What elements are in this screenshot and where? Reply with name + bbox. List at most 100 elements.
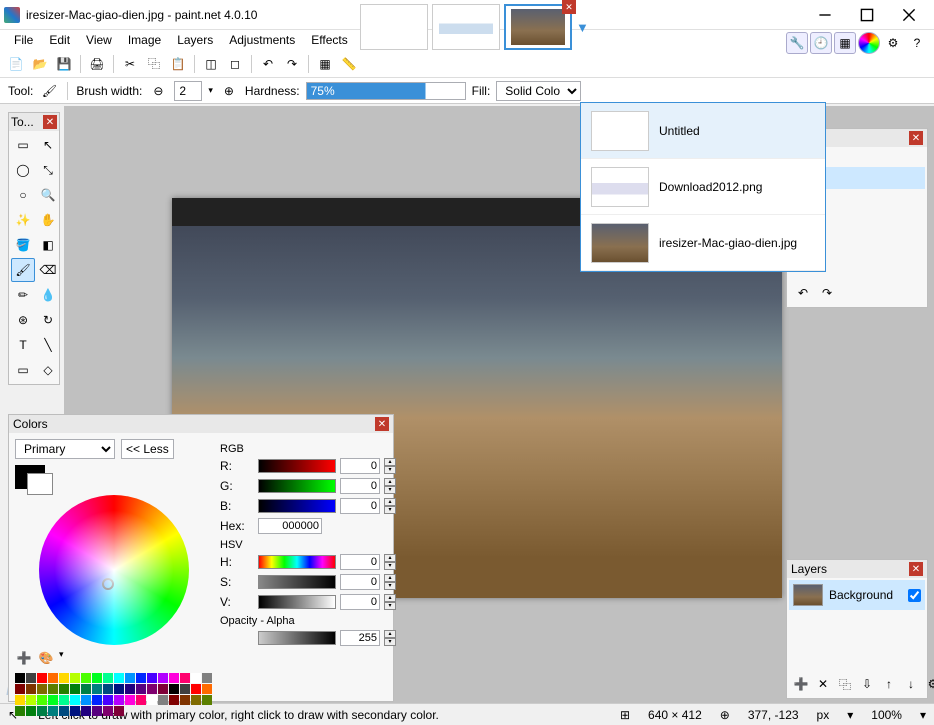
layer-delete-icon[interactable]: ✕ (813, 674, 833, 694)
h-input[interactable] (340, 554, 380, 570)
palette-cell[interactable] (180, 695, 190, 705)
util-tools-icon[interactable]: 🔧 (786, 32, 808, 54)
palette-cell[interactable] (169, 695, 179, 705)
palette-cell[interactable] (114, 695, 124, 705)
palette-cell[interactable] (191, 684, 201, 694)
recolor-tool[interactable]: ↻ (36, 308, 60, 332)
layer-duplicate-icon[interactable]: ⿻ (835, 674, 855, 694)
palette-cell[interactable] (37, 695, 47, 705)
menu-file[interactable]: File (6, 31, 41, 49)
cut-icon[interactable]: ✂ (120, 54, 140, 74)
util-help-icon[interactable]: ? (906, 32, 928, 54)
palette-cell[interactable] (15, 684, 25, 694)
palette-cell[interactable] (26, 673, 36, 683)
palette-cell[interactable] (136, 684, 146, 694)
open-icon[interactable]: 📂 (30, 54, 50, 74)
text-tool[interactable]: T (11, 333, 35, 357)
palette-cell[interactable] (26, 695, 36, 705)
brush-width-input[interactable] (174, 81, 202, 101)
opacity-input[interactable] (340, 630, 380, 646)
palette-cell[interactable] (191, 673, 201, 683)
hardness-slider[interactable]: 75% (306, 82, 466, 100)
palette-cell[interactable] (125, 684, 135, 694)
palette-cell[interactable] (15, 706, 25, 716)
layer-visible-checkbox[interactable] (908, 589, 921, 602)
pencil-tool[interactable]: ✏ (11, 283, 35, 307)
palette-cell[interactable] (15, 673, 25, 683)
thumb-close-icon[interactable]: ✕ (562, 0, 576, 14)
palette-cell[interactable] (37, 684, 47, 694)
s-spinner[interactable]: ▴▾ (384, 574, 396, 590)
shapes-tool[interactable]: ◇ (36, 358, 60, 382)
image-list-item-iresizer[interactable]: iresizer-Mac-giao-dien.jpg (581, 215, 825, 271)
layer-down-icon[interactable]: ↓ (901, 674, 921, 694)
thumb-dropdown-icon[interactable]: ▼ (576, 16, 590, 38)
colors-close-icon[interactable]: ✕ (375, 417, 389, 431)
palette-cell[interactable] (103, 673, 113, 683)
palette-cell[interactable] (169, 673, 179, 683)
palette-cell[interactable] (136, 673, 146, 683)
magic-wand-tool[interactable]: ✨ (11, 208, 35, 232)
palette-cell[interactable] (103, 695, 113, 705)
paintbrush-tool[interactable]: 🖌 (11, 258, 35, 282)
palette-cell[interactable] (92, 706, 102, 716)
palette-cell[interactable] (114, 706, 124, 716)
thumb-untitled[interactable] (360, 4, 428, 50)
palette-cell[interactable] (92, 695, 102, 705)
palette-cell[interactable] (158, 673, 168, 683)
lasso-tool[interactable]: ◯ (11, 158, 35, 182)
h-slider[interactable] (258, 555, 336, 569)
s-slider[interactable] (258, 575, 336, 589)
menu-view[interactable]: View (78, 31, 120, 49)
history-redo-icon[interactable]: ↷ (817, 283, 837, 303)
undo-icon[interactable]: ↶ (258, 54, 278, 74)
v-input[interactable] (340, 594, 380, 610)
ellipse-select-tool[interactable]: ○ (11, 183, 35, 207)
fill-select[interactable]: Solid Colo (496, 81, 581, 101)
palette-cell[interactable] (26, 684, 36, 694)
zoom-tool[interactable]: 🔍 (36, 183, 60, 207)
move-tool[interactable]: ↖ (36, 133, 60, 157)
menu-image[interactable]: Image (120, 31, 169, 49)
g-input[interactable] (340, 478, 380, 494)
palette-cell[interactable] (59, 684, 69, 694)
layer-add-icon[interactable]: ➕ (791, 674, 811, 694)
palette-cell[interactable] (48, 673, 58, 683)
b-spinner[interactable]: ▴▾ (384, 498, 396, 514)
layers-close-icon[interactable]: ✕ (909, 562, 923, 576)
palette-cell[interactable] (103, 706, 113, 716)
s-input[interactable] (340, 574, 380, 590)
color-palette[interactable] (15, 673, 212, 716)
save-icon[interactable]: 💾 (54, 54, 74, 74)
clone-stamp-tool[interactable]: ⊛ (11, 308, 35, 332)
palette-cell[interactable] (169, 684, 179, 694)
palette-icon[interactable]: 🎨 (37, 649, 55, 667)
palette-cell[interactable] (180, 684, 190, 694)
palette-cell[interactable] (81, 673, 91, 683)
palette-cell[interactable] (81, 684, 91, 694)
menu-effects[interactable]: Effects (303, 31, 355, 49)
color-picker-tool[interactable]: 💧 (36, 283, 60, 307)
palette-cell[interactable] (136, 695, 146, 705)
image-list-item-download[interactable]: Download2012.png (581, 159, 825, 215)
palette-cell[interactable] (125, 673, 135, 683)
palette-cell[interactable] (48, 706, 58, 716)
print-icon[interactable]: 🖨 (87, 54, 107, 74)
palette-cell[interactable] (59, 706, 69, 716)
paint-bucket-tool[interactable]: 🪣 (11, 233, 35, 257)
pan-tool[interactable]: ✋ (36, 208, 60, 232)
palette-cell[interactable] (202, 684, 212, 694)
v-spinner[interactable]: ▴▾ (384, 594, 396, 610)
util-layers-icon[interactable]: ▦ (834, 32, 856, 54)
palette-cell[interactable] (37, 673, 47, 683)
palette-cell[interactable] (15, 695, 25, 705)
ruler-icon[interactable]: 📏 (339, 54, 359, 74)
color-wheel[interactable] (39, 495, 189, 645)
palette-cell[interactable] (37, 706, 47, 716)
crop-icon[interactable]: ◫ (201, 54, 221, 74)
thumb-download[interactable] (432, 4, 500, 50)
palette-cell[interactable] (81, 695, 91, 705)
b-input[interactable] (340, 498, 380, 514)
palette-cell[interactable] (158, 695, 168, 705)
palette-cell[interactable] (70, 706, 80, 716)
